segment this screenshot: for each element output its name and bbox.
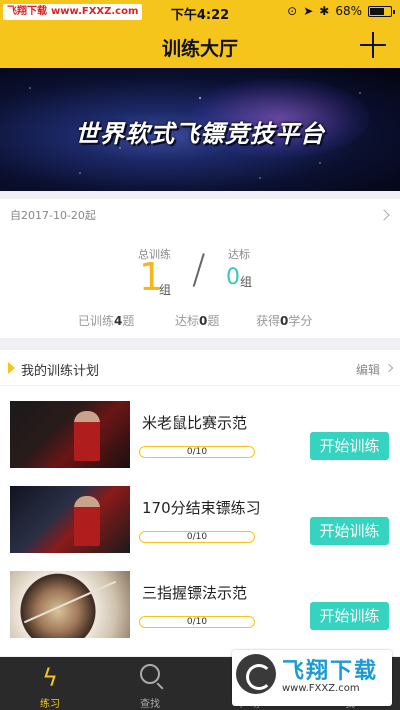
plan-item[interactable]: 170分结束镖练习 0/10 开始训练 — [0, 471, 400, 556]
stats-card[interactable]: 自2017-10-20起 总训练 1 组 / 达标 0 组 已训练4题 达标0题… — [0, 199, 400, 338]
status-bar: 飞翔下载 www.FXXZ.com 下午4:22 ⊙ ➤ ✱ 68% — [0, 0, 400, 24]
chevron-right-icon[interactable] — [378, 209, 390, 221]
credits-prefix: 获得 — [256, 314, 281, 328]
progress-bar: 0/10 — [139, 531, 255, 543]
stats-since: 自2017-10-20起 — [10, 209, 96, 222]
stats-divider: / — [192, 247, 206, 293]
plan-item-title: 170分结束镖练习 — [142, 499, 261, 517]
banner-text: 世界软式飞镖竞技平台 — [75, 120, 325, 148]
watermark-name: 飞翔下载 — [282, 659, 379, 684]
plan-header: 我的训练计划 编辑 — [0, 350, 400, 386]
bluetooth-icon: ✱ — [319, 4, 330, 18]
location-icon: ➤ — [303, 4, 314, 18]
start-training-button[interactable]: 开始训练 — [310, 602, 389, 630]
reached-suffix: 题 — [207, 314, 220, 328]
tab-label: 查找 — [140, 699, 160, 710]
watermark-url: www.FXXZ.com — [282, 683, 360, 694]
progress-text: 0/10 — [186, 617, 208, 627]
plan-title: 我的训练计划 — [21, 364, 100, 379]
video-thumbnail[interactable] — [10, 401, 130, 468]
watermark-bottom: 飞翔下载 www.FXXZ.com — [232, 650, 392, 706]
nav-bar: 训练大厅 — [0, 24, 400, 68]
plan-list: 米老鼠比赛示范 0/10 开始训练 170分结束镖练习 0/10 开始训练 三指… — [0, 386, 400, 656]
reach-label: 达标 — [228, 248, 250, 261]
edit-button[interactable]: 编辑 — [356, 361, 380, 378]
plus-icon[interactable] — [360, 32, 386, 58]
lightning-icon: ϟ — [42, 664, 58, 692]
tab-search[interactable]: 查找 — [100, 657, 200, 710]
chevron-right-icon[interactable] — [384, 363, 394, 373]
banner[interactable]: 世界软式飞镖竞技平台 — [0, 68, 400, 191]
reach-unit: 组 — [240, 275, 253, 289]
page-title: 训练大厅 — [161, 38, 238, 60]
total-training-unit: 组 — [159, 283, 172, 297]
plan-item[interactable]: 三指握镖法示范 0/10 开始训练 — [0, 556, 400, 641]
lock-rotation-icon: ⊙ — [287, 4, 298, 18]
dart-shape — [23, 580, 117, 624]
trained-count: 已训练4题 — [78, 312, 134, 329]
plan-item[interactable]: 米老鼠比赛示范 0/10 开始训练 — [0, 386, 400, 471]
progress-text: 0/10 — [186, 447, 208, 457]
credits-suffix: 学分 — [288, 314, 313, 328]
trained-prefix: 已训练 — [78, 314, 115, 328]
tab-practice[interactable]: ϟ 练习 — [0, 657, 100, 710]
search-icon — [140, 664, 160, 684]
progress-text: 0/10 — [186, 532, 208, 542]
reached-count: 达标0题 — [175, 312, 219, 329]
reach-value: 0 — [226, 265, 240, 290]
credits-count: 获得0学分 — [256, 312, 312, 329]
video-thumbnail[interactable] — [10, 571, 130, 638]
plan-item-title: 米老鼠比赛示范 — [142, 414, 248, 432]
battery-percent: 68% — [335, 4, 362, 18]
reached-prefix: 达标 — [175, 314, 200, 328]
player-figure — [74, 411, 100, 461]
progress-bar: 0/10 — [139, 616, 255, 628]
trained-suffix: 题 — [122, 314, 135, 328]
triangle-marker-icon — [8, 362, 15, 374]
player-figure — [74, 496, 100, 546]
watermark-logo-icon — [236, 654, 276, 694]
start-training-button[interactable]: 开始训练 — [310, 517, 389, 545]
tab-label: 练习 — [40, 699, 60, 710]
plan-item-title: 三指握镖法示范 — [142, 584, 248, 602]
status-right: ⊙ ➤ ✱ 68% — [287, 4, 395, 18]
battery-icon — [368, 5, 395, 17]
video-thumbnail[interactable] — [10, 486, 130, 553]
progress-bar: 0/10 — [139, 446, 255, 458]
start-training-button[interactable]: 开始训练 — [310, 432, 389, 460]
